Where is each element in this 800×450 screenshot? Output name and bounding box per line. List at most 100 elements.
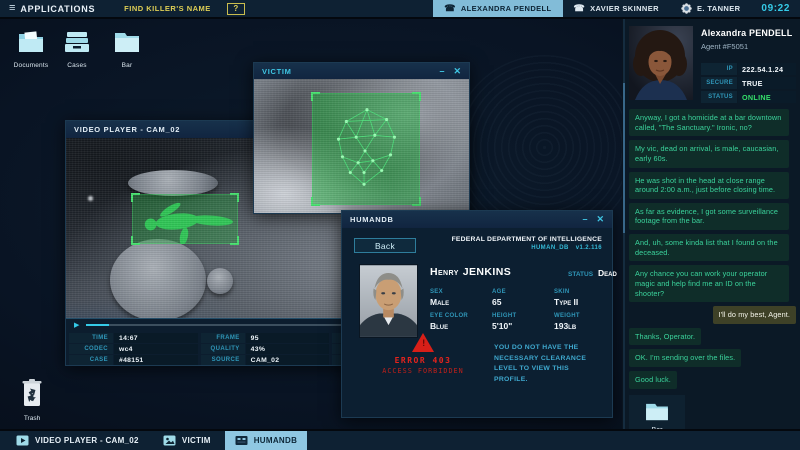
bracket-icon (230, 193, 239, 202)
profile-photo (359, 264, 418, 338)
taskbar-item-label: VICTIM (182, 436, 211, 445)
error-title: Access Forbidden (364, 367, 482, 375)
applications-menu-button[interactable]: ≡ Applications (0, 0, 104, 17)
hamburger-icon: ≡ (9, 3, 15, 14)
taskbar-item-humandb[interactable]: HUMANDB (225, 431, 307, 450)
field-value: Type II (554, 297, 614, 307)
stat-value: #48151 (114, 355, 198, 365)
field-label: Eye color (430, 313, 490, 319)
status-value: Dead (598, 268, 617, 278)
sidebar-scrollbar[interactable] (623, 19, 625, 429)
profile-status: Status Dead (568, 268, 617, 278)
attachment-bar-folder[interactable]: Bar (629, 395, 685, 429)
info-row: Status ONLINE (701, 91, 796, 103)
agent-id: Agent #F5051 (701, 42, 748, 51)
profile-field-age: Age 65 (492, 289, 552, 307)
contact-tab-e-tanner[interactable]: E. Tanner (670, 0, 751, 17)
help-button[interactable]: ? (227, 3, 245, 15)
desktop-icon-cases[interactable]: Cases (54, 30, 100, 69)
stat-label: Quality (201, 344, 245, 354)
taskbar-item-label: VIDEO PLAYER - CAM_02 (35, 436, 139, 445)
info-value: 222.54.1.24 (738, 63, 796, 75)
contact-sidebar: Alexandra PENDELL Agent #F5051 IP 222.54… (622, 19, 800, 429)
error-code: ERROR 403 (364, 356, 482, 365)
bar-table (110, 239, 206, 318)
contact-name: Alexandra PENDELL (701, 28, 792, 38)
chat-log: Anyway, I got a homicide at a bar downto… (629, 109, 796, 429)
topbar-contacts: ☎ Alexandra Pendell ☎ Xavier Skinner E. … (433, 0, 800, 17)
status-label: Status (568, 271, 593, 278)
play-button[interactable]: ▶ (74, 322, 79, 329)
topbar: ≡ Applications Find killer's name ? ☎ Al… (0, 0, 800, 19)
chat-message: Thanks, Operator. (629, 328, 701, 346)
taskbar-item-video-player[interactable]: VIDEO PLAYER - CAM_02 (6, 431, 149, 450)
field-label: Height (492, 313, 552, 319)
field-label: Weight (554, 313, 614, 319)
video-icon (16, 434, 29, 447)
contact-info-table: IP 222.54.1.24 Secure TRUE Status ONLINE (701, 63, 796, 103)
image-icon (163, 434, 176, 447)
body-detection-box (132, 194, 238, 244)
window-title: Video Player - CAM_02 (74, 125, 180, 134)
stat-value: 14:67 (114, 333, 198, 343)
database-icon (235, 434, 248, 447)
desktop-icon-bar[interactable]: Bar (104, 30, 150, 69)
bracket-icon (311, 197, 320, 206)
applications-label: Applications (20, 4, 95, 14)
close-button[interactable]: ✕ (453, 67, 461, 76)
profile-field-weight: Weight 193lb (554, 313, 614, 331)
close-button[interactable]: ✕ (596, 215, 604, 224)
field-value: Blue (430, 321, 490, 331)
contact-tab-xavier-skinner[interactable]: ☎ Xavier Skinner (563, 0, 670, 17)
bracket-icon (131, 236, 140, 245)
icon-label: Trash (12, 415, 52, 422)
contact-last-name: PENDELL (749, 28, 792, 38)
icon-label: Cases (54, 62, 100, 69)
taskbar: VIDEO PLAYER - CAM_02 VICTIM HUMANDB (0, 429, 800, 450)
field-label: Sex (430, 289, 490, 295)
info-value: TRUE (738, 77, 796, 89)
desktop-icon-documents[interactable]: Documents (8, 30, 54, 69)
minimize-button[interactable]: – (439, 67, 444, 76)
highlighted-body (133, 195, 237, 244)
field-value: 193lb (554, 321, 614, 331)
field-label: Age (492, 289, 552, 295)
profile-name: HenryJenkins (430, 266, 511, 278)
taskbar-item-victim[interactable]: VICTIM (153, 431, 221, 450)
victim-photo (254, 79, 469, 213)
chat-message: As far as evidence, I got some surveilla… (629, 203, 789, 230)
window-title: Victim (262, 67, 292, 76)
back-button[interactable]: Back (354, 238, 416, 253)
cases-icon (63, 30, 91, 54)
info-label: Secure (701, 77, 737, 89)
stat-value: wc4 (114, 344, 198, 354)
victim-titlebar[interactable]: Victim – ✕ (254, 63, 469, 79)
scrollbar-thumb[interactable] (623, 83, 625, 233)
trash-icon-group[interactable]: Trash (12, 378, 52, 422)
info-row: IP 222.54.1.24 (701, 63, 796, 75)
folder-icon (644, 402, 670, 422)
first-name: Henry (430, 266, 459, 278)
bar-table (128, 170, 218, 196)
bar-folder-icon (113, 30, 141, 54)
stat-value: 95 (246, 333, 330, 343)
warning-bang: ! (421, 339, 426, 349)
minimize-button[interactable]: – (582, 215, 587, 224)
error-message: You do not have the necessary clearance … (494, 343, 600, 385)
stat-label: Frame (201, 333, 245, 343)
victim-window: Victim – ✕ (253, 62, 470, 214)
contact-tab-alexandra-pendell[interactable]: ☎ Alexandra Pendell (433, 0, 562, 17)
contact-tab-label: E. Tanner (697, 4, 740, 13)
light-spot (88, 196, 93, 201)
player-chat-message: I'll do my best, Agent. (713, 306, 796, 324)
window-title: HumanDB (350, 215, 394, 224)
profile-field-sex: Sex Male (430, 289, 490, 307)
icon-label: Documents (8, 62, 54, 69)
chat-message: Any chance you can work your operator ma… (629, 265, 789, 302)
humandb-titlebar[interactable]: HumanDB – ✕ (342, 211, 612, 228)
stat-label: Source (201, 355, 245, 365)
bracket-icon (412, 197, 421, 206)
face-detection-box (312, 93, 420, 205)
contact-tab-label: Alexandra Pendell (461, 4, 552, 13)
contact-first-name: Alexandra (701, 28, 746, 38)
